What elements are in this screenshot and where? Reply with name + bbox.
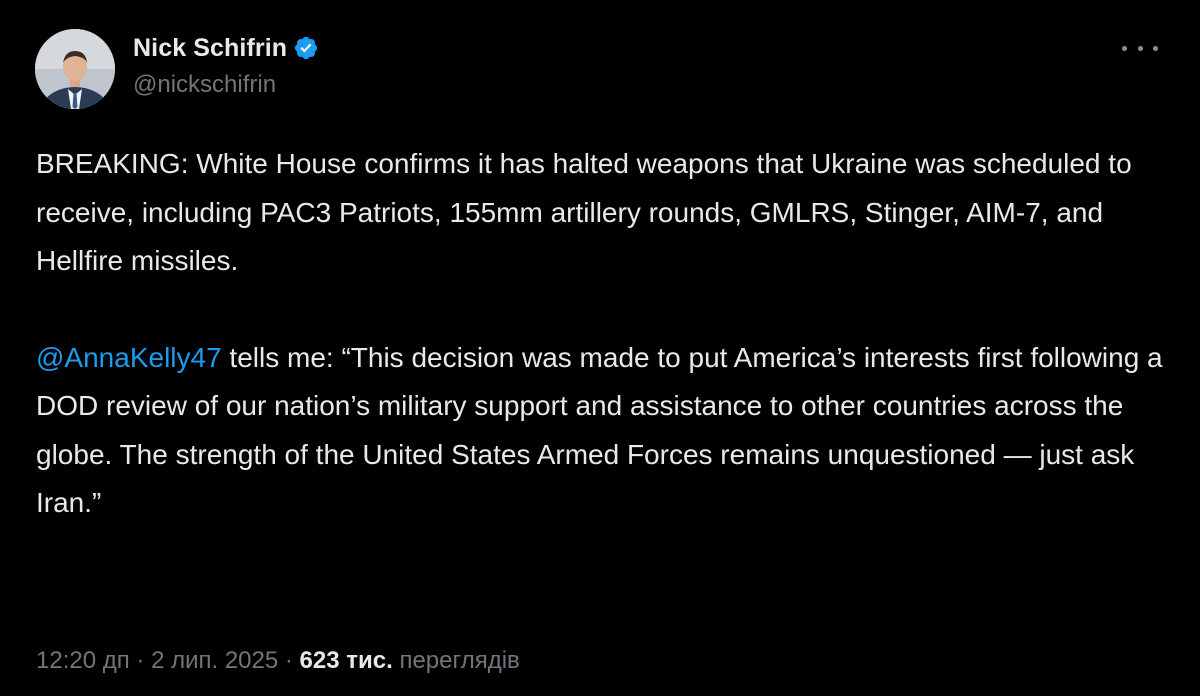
tweet-paragraph-1: BREAKING: White House confirms it has ha… <box>36 148 1132 276</box>
more-options-icon[interactable] <box>1122 38 1158 58</box>
author-display-name[interactable]: Nick Schifrin <box>133 34 287 63</box>
meta-separator: · <box>278 647 300 674</box>
views-label: переглядів <box>392 647 520 674</box>
tweet-header: Nick Schifrin @nickschifrin <box>35 29 319 109</box>
tweet-card: Nick Schifrin @nickschifrin BREAKING: Wh… <box>0 0 1200 696</box>
author-names: Nick Schifrin @nickschifrin <box>133 34 319 99</box>
tweet-date[interactable]: 2 лип. 2025 <box>151 647 278 674</box>
avatar[interactable] <box>35 29 115 109</box>
views-count: 623 тис. <box>299 647 393 674</box>
name-row: Nick Schifrin <box>133 34 319 63</box>
tweet-paragraph-2: @AnnaKelly47 tells me: “This decision wa… <box>36 334 1166 528</box>
more-dot <box>1137 45 1143 51</box>
meta-separator: · <box>129 647 152 674</box>
author-handle[interactable]: @nickschifrin <box>133 71 319 99</box>
tweet-time[interactable]: 12:20 дп <box>36 647 130 674</box>
tweet-text: BREAKING: White House confirms it has ha… <box>36 140 1166 528</box>
avatar-photo <box>35 29 115 109</box>
verified-badge-icon[interactable] <box>293 35 319 61</box>
more-dot <box>1153 45 1158 51</box>
mention-link[interactable]: @AnnaKelly47 <box>36 342 222 373</box>
more-dot <box>1122 45 1127 51</box>
tweet-meta: 12:20 дп · 2 лип. 2025 · 623 тис. перегл… <box>36 647 520 675</box>
